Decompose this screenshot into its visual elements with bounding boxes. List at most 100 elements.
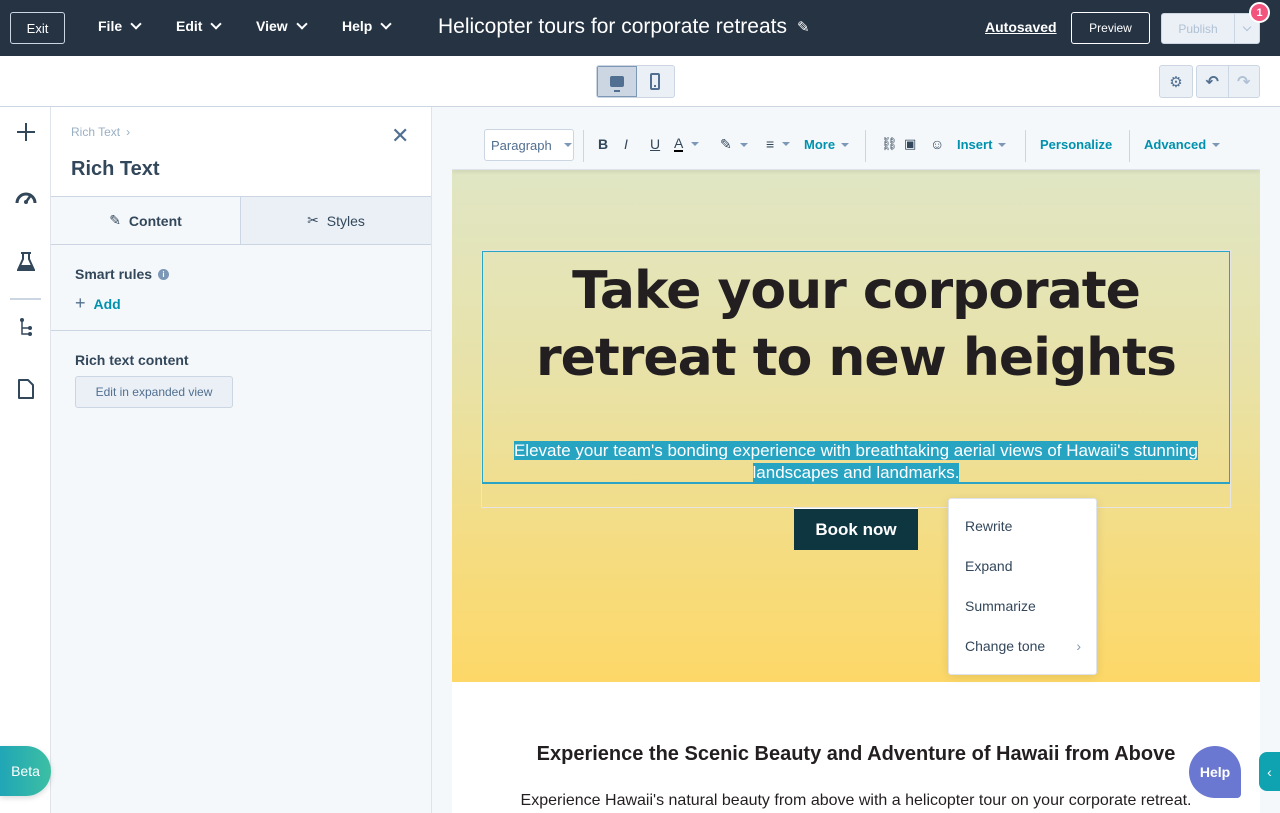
mobile-view-button[interactable] xyxy=(637,66,675,97)
menu-edit-label: Edit xyxy=(176,18,203,34)
menu-help[interactable]: Help xyxy=(342,18,393,34)
undo-button[interactable]: ↶ xyxy=(1197,66,1229,97)
paragraph-style-select[interactable]: Paragraph xyxy=(484,129,574,161)
edit-expanded-view-button[interactable]: Edit in expanded view xyxy=(75,376,233,408)
add-module-button[interactable] xyxy=(0,122,51,142)
menu-help-label: Help xyxy=(342,18,373,34)
preview-button[interactable]: Preview xyxy=(1071,12,1150,44)
ai-menu-label: Expand xyxy=(965,558,1013,574)
chevron-right-icon: › xyxy=(126,125,131,139)
desktop-view-button[interactable] xyxy=(597,66,637,97)
align-button[interactable]: ≡ xyxy=(766,136,791,152)
ai-menu-item-rewrite[interactable]: Rewrite xyxy=(965,518,1081,534)
panel-header: Rich Text › Rich Text ✕ xyxy=(51,107,431,196)
smart-rules-text: Smart rules xyxy=(75,266,153,282)
flask-icon xyxy=(16,252,35,271)
chevron-left-icon: ‹ xyxy=(1267,763,1272,780)
caret-down-icon xyxy=(691,142,700,146)
divider xyxy=(51,330,431,331)
hero-section: Take your corporate retreat to new heigh… xyxy=(452,170,1260,682)
menu-edit[interactable]: Edit xyxy=(176,18,223,34)
image-button[interactable]: ▣ xyxy=(904,136,916,152)
tab-styles[interactable]: ✂ Styles xyxy=(241,197,431,244)
breadcrumb-item[interactable]: Rich Text xyxy=(71,125,120,139)
autosaved-link[interactable]: Autosaved xyxy=(985,19,1057,35)
ai-menu-label: Rewrite xyxy=(965,518,1013,534)
rail-divider xyxy=(10,298,41,300)
menu-file[interactable]: File xyxy=(98,18,142,34)
ai-menu-item-expand[interactable]: Expand xyxy=(965,558,1081,574)
add-smart-rule-button[interactable]: + Add xyxy=(75,293,121,314)
brush-icon: ✂ xyxy=(307,212,319,228)
tab-content[interactable]: ✎ Content xyxy=(51,197,241,244)
settings-button[interactable]: ⚙ xyxy=(1159,65,1193,98)
sidebar-toggle-button[interactable]: ‹ xyxy=(1259,752,1280,791)
insert-menu[interactable]: Insert xyxy=(957,137,1007,152)
menu-view[interactable]: View xyxy=(256,18,308,34)
underline-button[interactable]: U xyxy=(650,136,660,152)
beta-button[interactable]: Beta xyxy=(0,746,51,796)
editor-canvas: Paragraph B I U A ✎ ≡ More ⛓ ▣ ☺ Insert … xyxy=(432,107,1280,813)
book-now-button[interactable]: Book now xyxy=(794,508,918,550)
exit-button[interactable]: Exit xyxy=(10,12,65,44)
pencil-icon[interactable]: ✎ xyxy=(797,18,810,36)
toolbar-separator xyxy=(1025,130,1026,162)
page-title[interactable]: Helicopter tours for corporate retreats … xyxy=(438,15,810,39)
gear-icon: ⚙ xyxy=(1169,73,1183,91)
link-button[interactable]: ⛓ xyxy=(881,136,898,152)
link-icon: ⛓ xyxy=(881,136,898,151)
ai-assistant-menu: Rewrite Expand Summarize Change tone › xyxy=(948,498,1097,675)
rich-text-toolbar: Paragraph B I U A ✎ ≡ More ⛓ ▣ ☺ Insert … xyxy=(452,121,1260,170)
notification-badge[interactable]: 1 xyxy=(1249,2,1270,23)
info-icon[interactable]: i xyxy=(158,268,170,280)
device-toggle xyxy=(596,65,675,98)
optimize-button[interactable] xyxy=(0,189,51,205)
highlighter-icon: ✎ xyxy=(720,136,732,152)
text-color-button[interactable]: A xyxy=(674,135,700,152)
text-color-icon: A xyxy=(674,135,684,152)
more-menu[interactable]: More xyxy=(804,137,850,152)
chevron-right-icon: › xyxy=(1076,638,1081,654)
italic-button[interactable]: I xyxy=(624,136,628,152)
publish-group: Publish xyxy=(1161,13,1260,44)
toolbar-separator xyxy=(1129,130,1130,162)
breadcrumb[interactable]: Rich Text › xyxy=(71,125,130,139)
image-icon: ▣ xyxy=(904,136,917,151)
ai-menu-label: Change tone xyxy=(965,638,1046,654)
module-panel: Rich Text › Rich Text ✕ ✎ Content ✂ Styles … xyxy=(51,107,432,813)
ai-menu-item-summarize[interactable]: Summarize xyxy=(965,598,1081,614)
help-button[interactable]: Help xyxy=(1189,746,1241,798)
advanced-menu[interactable]: Advanced xyxy=(1144,137,1221,152)
smart-rules-label: Smart rules i xyxy=(75,266,170,282)
bold-button[interactable]: B xyxy=(598,136,608,152)
panel-tabs: ✎ Content ✂ Styles xyxy=(51,196,431,245)
section-paragraph[interactable]: Experience Hawaii's natural beauty from … xyxy=(452,792,1260,810)
section-heading[interactable]: Experience the Scenic Beauty and Adventu… xyxy=(452,743,1260,766)
pencil-icon: ✎ xyxy=(109,212,121,228)
structure-button[interactable] xyxy=(0,317,51,337)
test-button[interactable] xyxy=(0,252,51,272)
page-settings-button[interactable] xyxy=(0,378,51,400)
emoji-button[interactable]: ☺ xyxy=(930,136,944,152)
hero-title[interactable]: Take your corporate retreat to new heigh… xyxy=(482,258,1230,392)
redo-button[interactable]: ↷ xyxy=(1229,66,1260,97)
gauge-icon xyxy=(15,192,36,204)
page-preview: Paragraph B I U A ✎ ≡ More ⛓ ▣ ☺ Insert … xyxy=(452,121,1260,813)
advanced-label: Advanced xyxy=(1144,137,1207,152)
view-toolbar: ⚙ ↶ ↷ xyxy=(0,56,1280,107)
publish-button[interactable]: Publish xyxy=(1162,14,1235,43)
ai-menu-item-change-tone[interactable]: Change tone › xyxy=(965,638,1081,654)
rich-text-content-label: Rich text content xyxy=(75,352,189,368)
highlight-button[interactable]: ✎ xyxy=(720,136,748,153)
caret-down-icon xyxy=(998,142,1007,147)
personalize-button[interactable]: Personalize xyxy=(1040,137,1112,152)
close-icon: ✕ xyxy=(391,123,410,148)
redo-icon: ↷ xyxy=(1237,73,1251,91)
hero-subtitle[interactable]: Elevate your team's bonding experience w… xyxy=(486,440,1226,484)
close-panel-button[interactable]: ✕ xyxy=(391,125,409,147)
selected-text[interactable]: Elevate your team's bonding experience w… xyxy=(513,441,1199,482)
align-center-icon: ≡ xyxy=(766,136,775,152)
tree-icon xyxy=(19,318,32,336)
insert-label: Insert xyxy=(957,137,993,152)
chevron-down-icon xyxy=(295,18,308,30)
